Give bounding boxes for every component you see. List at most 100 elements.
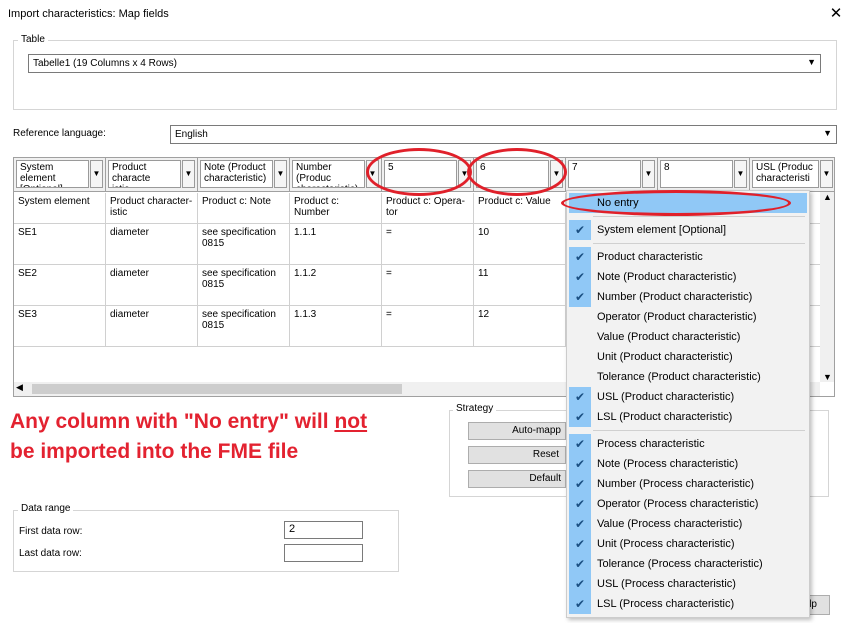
table-cell[interactable]: Product c: Opera- tor: [382, 193, 474, 224]
scroll-down-icon[interactable]: ▼: [823, 372, 832, 382]
column-header-2[interactable]: Product characte istic▼: [106, 158, 198, 192]
chevron-down-icon[interactable]: ▼: [820, 160, 833, 188]
column-header-label: USL (Produc characteristi: [752, 160, 819, 188]
table-legend: Table: [18, 34, 48, 45]
check-icon: ✔: [569, 434, 591, 454]
column-header-9[interactable]: USL (Produc characteristi ▼: [750, 158, 834, 192]
menu-item-label: Value (Process characteristic): [597, 518, 743, 530]
horizontal-scroll-thumb[interactable]: [32, 384, 402, 394]
table-cell[interactable]: diameter: [106, 265, 198, 306]
column-header-3[interactable]: Note (Product characteristic) ▼: [198, 158, 290, 192]
chevron-down-icon[interactable]: ▼: [642, 160, 655, 188]
table-cell[interactable]: SE2: [14, 265, 106, 306]
menu-item[interactable]: Tolerance (Product characteristic): [569, 367, 807, 387]
table-cell[interactable]: SE3: [14, 306, 106, 347]
menu-item[interactable]: Operator (Product characteristic): [569, 307, 807, 327]
menu-item-label: Unit (Product characteristic): [597, 351, 733, 363]
table-cell[interactable]: Product character- istic: [106, 193, 198, 224]
menu-item[interactable]: ✔ USL (Product characteristic): [569, 387, 807, 407]
column-header-1[interactable]: System element [Optional]▼: [14, 158, 106, 192]
first-data-row-label: First data row:: [19, 526, 83, 537]
scroll-left-icon[interactable]: ◀: [16, 382, 23, 393]
chevron-down-icon[interactable]: ▼: [182, 160, 195, 188]
menu-item[interactable]: ✔ Process characteristic: [569, 434, 807, 454]
menu-item[interactable]: ✔ LSL (Product characteristic): [569, 407, 807, 427]
column-header-8[interactable]: 8 ▼: [658, 158, 750, 192]
table-cell[interactable]: 10: [474, 224, 566, 265]
check-icon: ✔: [569, 267, 591, 287]
vertical-scrollbar[interactable]: ▲ ▼: [820, 192, 834, 382]
table-cell[interactable]: Product c: Value: [474, 193, 566, 224]
column-header-7[interactable]: 7 ▼: [566, 158, 658, 192]
table-cell[interactable]: see specification 0815: [198, 224, 290, 265]
check-icon: ✔: [569, 407, 591, 427]
table-cell[interactable]: see specification 0815: [198, 265, 290, 306]
check-icon: ✔: [569, 534, 591, 554]
table-cell[interactable]: 12: [474, 306, 566, 347]
menu-item[interactable]: ✔ Product characteristic: [569, 247, 807, 267]
close-icon[interactable]: ✕: [826, 4, 846, 24]
menu-item[interactable]: Unit (Product characteristic): [569, 347, 807, 367]
column-mapping-menu: No entry ✔ System element [Optional] ✔ Produ…: [566, 190, 810, 618]
table-cell[interactable]: 1.1.1: [290, 224, 382, 265]
chevron-down-icon[interactable]: ▼: [274, 160, 287, 188]
menu-separator: [593, 430, 805, 431]
check-icon: ✔: [569, 454, 591, 474]
table-cell[interactable]: System element: [14, 193, 106, 224]
menu-item[interactable]: ✔ Operator (Process characteristic): [569, 494, 807, 514]
menu-item-label: Note (Product characteristic): [597, 271, 737, 283]
menu-item[interactable]: ✔ System element [Optional]: [569, 220, 807, 240]
menu-item[interactable]: ✔ Note (Process characteristic): [569, 454, 807, 474]
reset-button[interactable]: Reset: [468, 446, 566, 464]
menu-item[interactable]: ✔ LSL (Process characteristic): [569, 594, 807, 614]
title-bar: Import characteristics: Map fields ✕: [0, 0, 850, 30]
table-cell[interactable]: diameter: [106, 306, 198, 347]
table-cell[interactable]: =: [382, 306, 474, 347]
check-icon: ✔: [569, 594, 591, 614]
menu-item-label: LSL (Process characteristic): [597, 598, 735, 610]
table-cell[interactable]: =: [382, 224, 474, 265]
table-cell[interactable]: SE1: [14, 224, 106, 265]
menu-item[interactable]: ✔ Unit (Process characteristic): [569, 534, 807, 554]
table-cell[interactable]: diameter: [106, 224, 198, 265]
highlight-oval-col6: [467, 148, 567, 196]
table-cell[interactable]: 1.1.3: [290, 306, 382, 347]
default-button[interactable]: Default: [468, 470, 566, 488]
reference-language-select[interactable]: English ▼: [170, 125, 837, 144]
chevron-down-icon[interactable]: ▼: [90, 160, 103, 188]
menu-item-label: USL (Process characteristic): [597, 578, 736, 590]
table-select[interactable]: Tabelle1 (19 Columns x 4 Rows) ▼: [28, 54, 821, 73]
menu-item[interactable]: ✔ USL (Process characteristic): [569, 574, 807, 594]
table-group: [13, 40, 837, 110]
highlight-oval-col5: [366, 148, 472, 196]
table-cell[interactable]: =: [382, 265, 474, 306]
menu-item-label: Number (Process characteristic): [597, 478, 755, 490]
last-data-row-label: Last data row:: [19, 548, 82, 559]
menu-separator: [593, 216, 805, 217]
menu-item[interactable]: ✔ Tolerance (Process characteristic): [569, 554, 807, 574]
check-icon: ✔: [569, 247, 591, 267]
table-cell[interactable]: 11: [474, 265, 566, 306]
scroll-up-icon[interactable]: ▲: [823, 192, 832, 202]
table-cell[interactable]: 1.1.2: [290, 265, 382, 306]
first-data-row-input[interactable]: 2: [284, 521, 363, 539]
table-cell[interactable]: see specification 0815: [198, 306, 290, 347]
chevron-down-icon: ▼: [807, 57, 816, 67]
check-icon: ✔: [569, 220, 591, 240]
menu-item[interactable]: ✔ Number (Product characteristic): [569, 287, 807, 307]
menu-item-label: Value (Product characteristic): [597, 331, 741, 343]
annotation-line2: be imported into the FME file: [10, 440, 299, 463]
last-data-row-input[interactable]: [284, 544, 363, 562]
menu-item[interactable]: ✔ Value (Process characteristic): [569, 514, 807, 534]
menu-item[interactable]: ✔ Number (Process characteristic): [569, 474, 807, 494]
menu-item-label: Note (Process characteristic): [597, 458, 739, 470]
table-cell[interactable]: Product c: Note: [198, 193, 290, 224]
table-cell[interactable]: Product c: Number: [290, 193, 382, 224]
menu-item[interactable]: ✔ Note (Product characteristic): [569, 267, 807, 287]
check-icon: ✔: [569, 574, 591, 594]
menu-item-label: LSL (Product characteristic): [597, 411, 733, 423]
table-select-value: Tabelle1 (19 Columns x 4 Rows): [33, 58, 177, 69]
menu-item[interactable]: Value (Product characteristic): [569, 327, 807, 347]
chevron-down-icon[interactable]: ▼: [734, 160, 747, 188]
auto-mapping-button[interactable]: Auto-mapp: [468, 422, 566, 440]
